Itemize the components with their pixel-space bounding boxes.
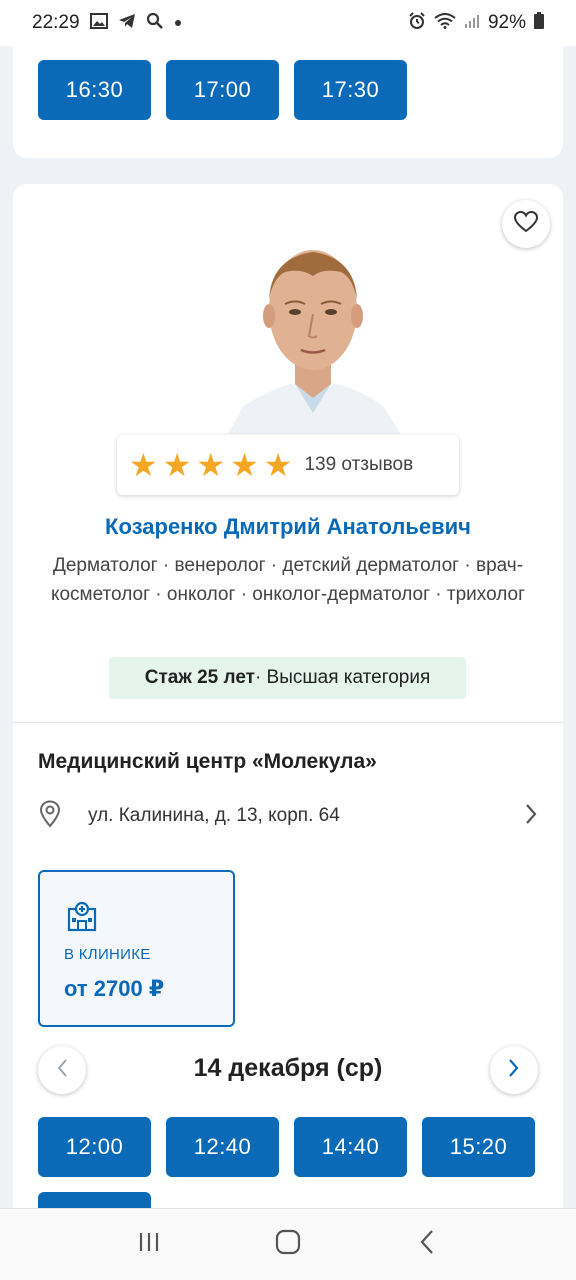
home-button[interactable] — [258, 1225, 318, 1265]
battery-icon — [534, 12, 544, 34]
time-slot-button[interactable]: 17:30 — [294, 60, 407, 120]
doctor-name[interactable]: Козаренко Дмитрий Анатольевич — [13, 514, 563, 540]
selected-date: 14 декабря (ср) — [193, 1054, 383, 1082]
rating-stars: ★ ★ ★ ★ ★ — [129, 449, 292, 481]
star-icon: ★ — [263, 447, 293, 483]
price-value: от 2700 ₽ — [64, 976, 165, 1001]
back-icon — [419, 1229, 435, 1260]
favorite-button[interactable] — [502, 200, 550, 248]
chevron-right-icon — [524, 803, 538, 830]
divider — [13, 722, 563, 723]
battery-percent: 92% — [487, 12, 526, 33]
wifi-icon — [434, 12, 456, 34]
search-icon — [146, 12, 164, 35]
back-button[interactable] — [397, 1225, 457, 1265]
next-date-button[interactable] — [490, 1046, 538, 1094]
experience-text: Стаж 25 лет — [144, 667, 255, 688]
reviews-link[interactable]: 139 отзывов — [304, 454, 413, 476]
dot-icon — [174, 14, 182, 32]
rating-box[interactable]: ★ ★ ★ ★ ★ 139 отзывов — [117, 435, 459, 495]
time-slot-button[interactable]: 17:00 — [166, 60, 279, 120]
clinic-address: ул. Калинина, д. 13, корп. 64 — [88, 805, 340, 826]
chevron-right-icon — [508, 1058, 520, 1083]
time-slot-button[interactable]: 16:30 — [38, 60, 151, 120]
gallery-icon — [89, 12, 108, 34]
clinic-building-icon — [66, 900, 98, 937]
date-navigator: 14 декабря (ср) — [38, 1046, 538, 1094]
star-icon: ★ — [196, 447, 226, 483]
doctor-photo — [213, 238, 413, 434]
time-slot-button[interactable]: 12:40 — [166, 1117, 279, 1177]
star-icon: ★ — [230, 447, 259, 483]
appointment-type-card[interactable]: В КЛИНИКЕ от 2700 ₽ — [38, 870, 235, 1027]
experience-badge: Стаж 25 лет · Высшая категория — [109, 657, 466, 699]
telegram-icon — [118, 13, 136, 34]
previous-doctor-card: 16:30 17:00 17:30 — [13, 36, 563, 158]
time-slot-button[interactable]: 12:00 — [38, 1117, 151, 1177]
appointment-type-label: В КЛИНИКЕ — [64, 946, 151, 963]
heart-icon — [513, 210, 539, 238]
signal-icon — [464, 13, 480, 34]
recent-apps-button[interactable] — [119, 1225, 179, 1265]
doctor-card: ★ ★ ★ ★ ★ 139 отзывов Козаренко Дмитрий … — [13, 184, 563, 1252]
alarm-icon — [408, 11, 426, 35]
star-icon: ★ — [129, 447, 158, 483]
time-slot-button[interactable]: 14:40 — [294, 1117, 407, 1177]
status-time: 22:29 — [32, 12, 80, 33]
clinic-name: Медицинский центр «Молекула» — [38, 750, 377, 773]
system-nav-bar — [0, 1208, 576, 1280]
star-icon: ★ — [162, 447, 192, 483]
time-slot-button[interactable]: 15:20 — [422, 1117, 535, 1177]
doctor-specialties: Дерматолог · венеролог · детский дермато… — [50, 555, 526, 605]
home-icon — [275, 1229, 301, 1260]
category-text: · Высшая категория — [254, 667, 431, 688]
location-pin-icon — [38, 799, 62, 833]
recent-apps-icon — [137, 1231, 161, 1258]
clinic-address-row[interactable]: ул. Калинина, д. 13, корп. 64 — [38, 796, 538, 836]
